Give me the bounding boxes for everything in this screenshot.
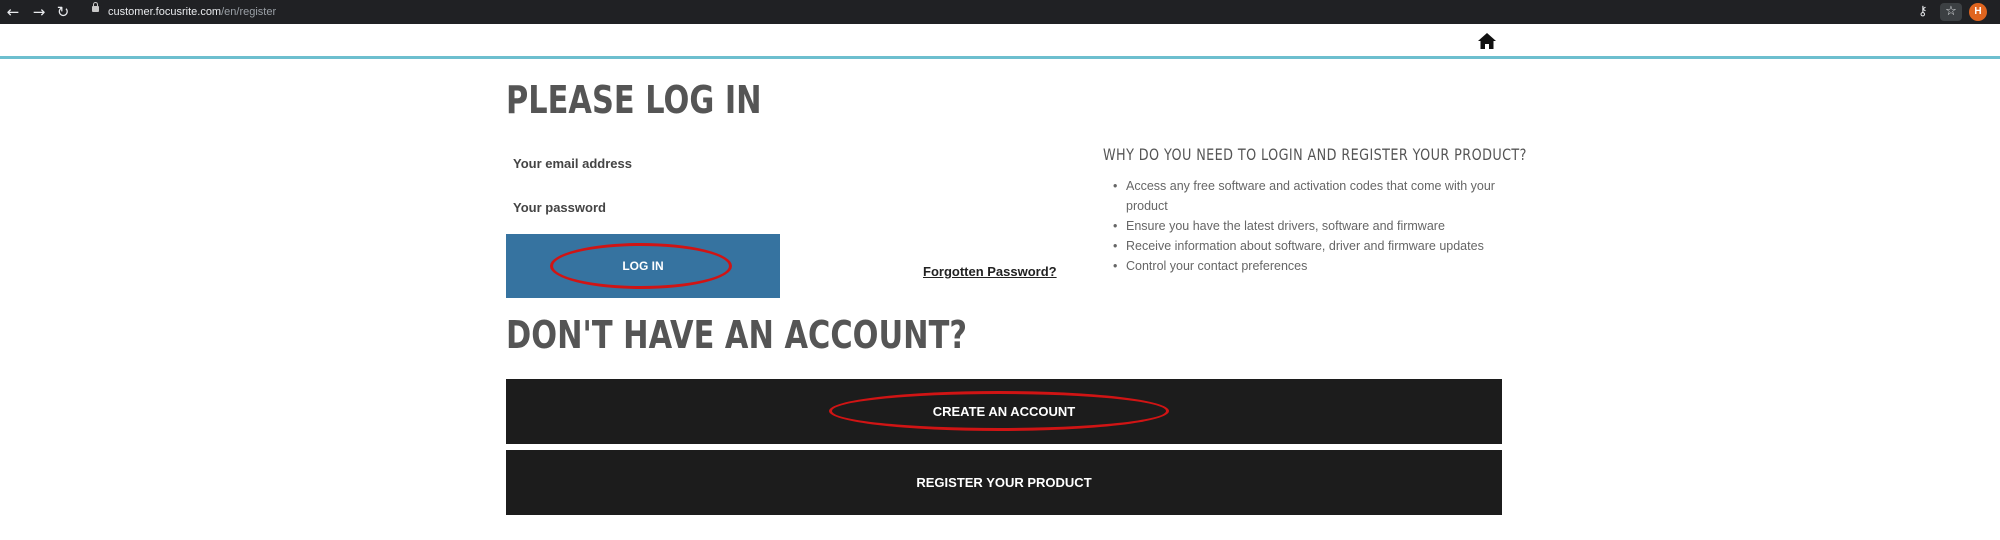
url-host: customer.focusrite.com [108, 6, 222, 18]
login-button[interactable]: LOG IN [506, 234, 780, 298]
register-product-button[interactable]: REGISTER YOUR PRODUCT [506, 450, 1502, 515]
reload-icon[interactable]: ↻ [54, 3, 72, 21]
create-account-button[interactable]: CREATE AN ACCOUNT [506, 379, 1502, 444]
create-account-label: CREATE AN ACCOUNT [932, 404, 1076, 419]
account-heading: DON'T HAVE AN ACCOUNT? [506, 313, 967, 357]
reasons-list: Access any free software and activation … [1103, 176, 1515, 276]
list-item: Access any free software and activation … [1113, 176, 1515, 216]
login-button-label: LOG IN [622, 259, 664, 273]
forward-arrow-icon[interactable]: → [30, 3, 48, 21]
home-icon[interactable] [1478, 33, 1496, 49]
avatar[interactable]: H [1969, 3, 1987, 21]
url-path: /en/register [221, 6, 277, 18]
star-icon[interactable]: ☆ [1940, 3, 1962, 21]
why-heading: WHY DO YOU NEED TO LOGIN AND REGISTER YO… [1103, 145, 1527, 164]
browser-toolbar: ← → ↻ customer.focusrite.com/en/register… [0, 0, 2000, 24]
email-label: Your email address [513, 156, 632, 171]
key-icon[interactable]: ⚷ [1918, 3, 1928, 21]
header-divider [0, 56, 2000, 59]
lock-icon[interactable] [92, 2, 99, 12]
list-item: Receive information about software, driv… [1113, 236, 1515, 256]
page-title: PLEASE LOG IN [506, 78, 762, 122]
password-label: Your password [513, 200, 606, 215]
forgotten-password-link[interactable]: Forgotten Password? [923, 264, 1057, 279]
list-item: Ensure you have the latest drivers, soft… [1113, 216, 1515, 236]
back-arrow-icon[interactable]: ← [4, 3, 22, 21]
site-header [0, 24, 2000, 56]
list-item: Control your contact preferences [1113, 256, 1515, 276]
register-product-label: REGISTER YOUR PRODUCT [916, 475, 1092, 490]
address-bar[interactable]: customer.focusrite.com/en/register [108, 5, 276, 19]
